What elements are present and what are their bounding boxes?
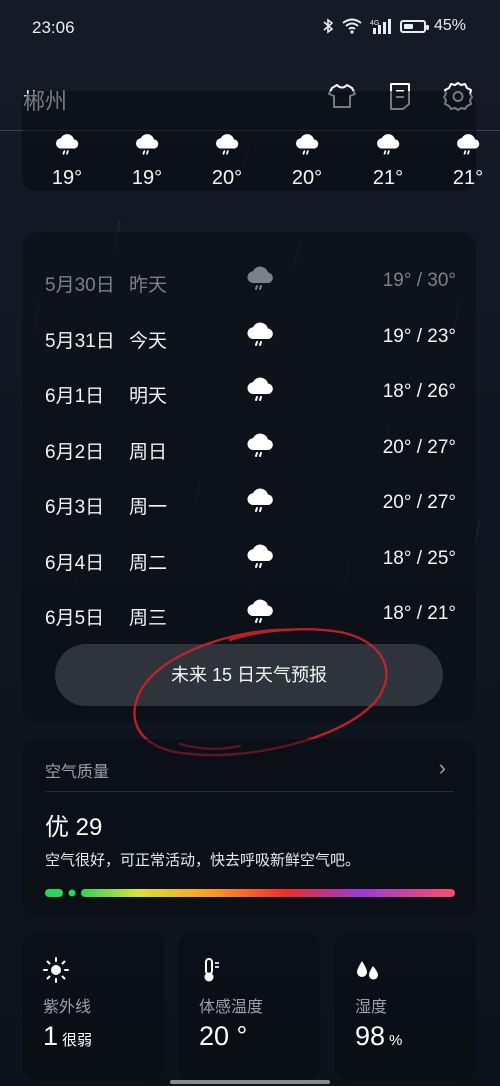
hourly-forecast[interactable]: 19° 19° 20° 20° 21° 21°: [0, 91, 500, 211]
forecast-row[interactable]: 6月3日 周一 20° / 27°: [22, 482, 476, 522]
forecast-date: 6月5日: [45, 608, 105, 629]
forecast-temp-range: 19° / 30°: [382, 270, 456, 291]
forecast-row[interactable]: 6月1日 明天 18° / 26°: [22, 371, 476, 411]
forecast-row[interactable]: 5月31日 今天 19° / 23°: [22, 316, 476, 356]
forecast-temp-range: 18° / 26°: [382, 381, 456, 402]
rain-cloud-icon: [211, 131, 243, 159]
rain-cloud-icon: [452, 131, 484, 159]
forecast-day: 周三: [129, 608, 168, 629]
rain-cloud-icon: [244, 262, 276, 296]
cell-signal-icon: 4G: [370, 19, 391, 34]
forecast-day: 周日: [129, 441, 168, 463]
forecast-day: 周一: [129, 497, 168, 518]
humidity-unit: %: [389, 1032, 403, 1049]
forecast-date: 6月4日: [45, 552, 105, 574]
hourly-temp: 19°: [131, 167, 163, 189]
thermometer-icon: [204, 958, 219, 982]
air-quality-card[interactable]: 空气质量 › 优 29 空气很好，可正常活动，快去呼吸新鲜空气吧。: [22, 739, 476, 917]
sun-icon: [43, 957, 69, 983]
daily-forecast-card: 5月30日 昨天 19° / 30° 5月31日 今天 19° / 23° 6月1日 明天 18…: [22, 232, 476, 722]
battery-icon: [399, 19, 429, 33]
rain-cloud-icon: [291, 131, 323, 159]
hourly-item: 21°: [438, 131, 498, 190]
uv-value: 1 很弱: [43, 1021, 92, 1052]
water-drops-icon: [357, 961, 378, 980]
rain-cloud-icon: [244, 318, 276, 352]
forecast-date: 6月2日: [45, 441, 105, 463]
rain-cloud-icon: [244, 484, 276, 518]
forecast-temp-range: 18° / 25°: [382, 547, 456, 569]
aqi-level: 优 29: [45, 814, 103, 841]
aqi-gradient-bar: [45, 889, 455, 897]
chevron-right-icon[interactable]: ›: [439, 755, 446, 781]
forecast-temp-range: 19° / 23°: [382, 325, 456, 347]
hourly-temp: 20°: [211, 167, 243, 189]
hourly-item: 19°: [37, 131, 97, 190]
forecast-day: 今天: [129, 330, 168, 352]
forecast-day: 周二: [129, 552, 168, 574]
forecast-row[interactable]: 5月30日 昨天 19° / 30°: [22, 260, 476, 300]
rain-cloud-icon: [51, 131, 83, 159]
forecast-temp-range: 20° / 27°: [382, 436, 456, 458]
rain-cloud-icon: [244, 429, 276, 463]
humidity-tile[interactable]: 湿度 98%: [334, 931, 476, 1081]
humidity-label: 湿度: [355, 999, 388, 1016]
network-type: 4G: [370, 20, 379, 27]
forecast-date: 5月30日: [45, 275, 115, 296]
divider: [45, 791, 454, 792]
battery-percent: 45%: [433, 17, 466, 34]
forecast-day: 昨天: [129, 275, 168, 296]
air-quality-title: 空气质量: [45, 764, 110, 781]
rain-cloud-icon: [244, 540, 276, 574]
home-indicator[interactable]: [170, 1080, 330, 1084]
hourly-item: 20°: [277, 131, 337, 190]
rain-cloud-icon: [244, 373, 276, 407]
hourly-temp: 21°: [372, 167, 404, 189]
forecast-day: 明天: [129, 386, 168, 407]
rain-cloud-icon: [131, 131, 163, 159]
forecast-temp-range: 20° / 27°: [382, 492, 456, 513]
rain-cloud-icon: [244, 595, 276, 629]
forecast-row[interactable]: 6月4日 周二 18° / 25°: [22, 538, 476, 578]
hourly-temp: 19°: [51, 167, 83, 189]
status-time: 23:06: [32, 18, 75, 37]
feels-like-tile[interactable]: 体感温度 20 °: [178, 931, 320, 1081]
uv-label: 紫外线: [43, 999, 92, 1016]
humidity-number: 98: [355, 1021, 386, 1051]
forecast-row[interactable]: 6月5日 周三 18° / 21°: [22, 593, 476, 633]
bluetooth-icon: [323, 18, 334, 34]
uv-number: 1: [43, 1021, 59, 1051]
forecast-date: 6月3日: [45, 497, 105, 518]
forecast-date: 6月1日: [45, 386, 105, 407]
status-bar: 23:06 4G 45%: [0, 0, 500, 56]
uv-unit: 很弱: [62, 1032, 93, 1049]
rain-cloud-icon: [372, 131, 404, 159]
aqi-description: 空气很好，可正常活动，快去呼吸新鲜空气吧。: [45, 852, 361, 869]
forecast-row[interactable]: 6月2日 周日 20° / 27°: [22, 427, 476, 467]
hourly-temp: 21°: [452, 167, 484, 189]
hourly-temp: 20°: [291, 167, 323, 189]
feels-like-label: 体感温度: [199, 999, 264, 1016]
15-day-forecast-button[interactable]: 未来 15 日天气预报: [55, 644, 443, 706]
uv-index-tile[interactable]: 紫外线 1 很弱: [22, 931, 164, 1081]
hourly-item: 19°: [117, 131, 177, 190]
wifi-icon: [342, 18, 362, 34]
hourly-item: 20°: [197, 131, 257, 190]
humidity-value: 98%: [355, 1021, 402, 1052]
hourly-item: 21°: [358, 131, 418, 190]
forecast-temp-range: 18° / 21°: [382, 603, 456, 624]
feels-like-value: 20 °: [199, 1021, 248, 1051]
forecast-date: 5月31日: [45, 330, 115, 352]
